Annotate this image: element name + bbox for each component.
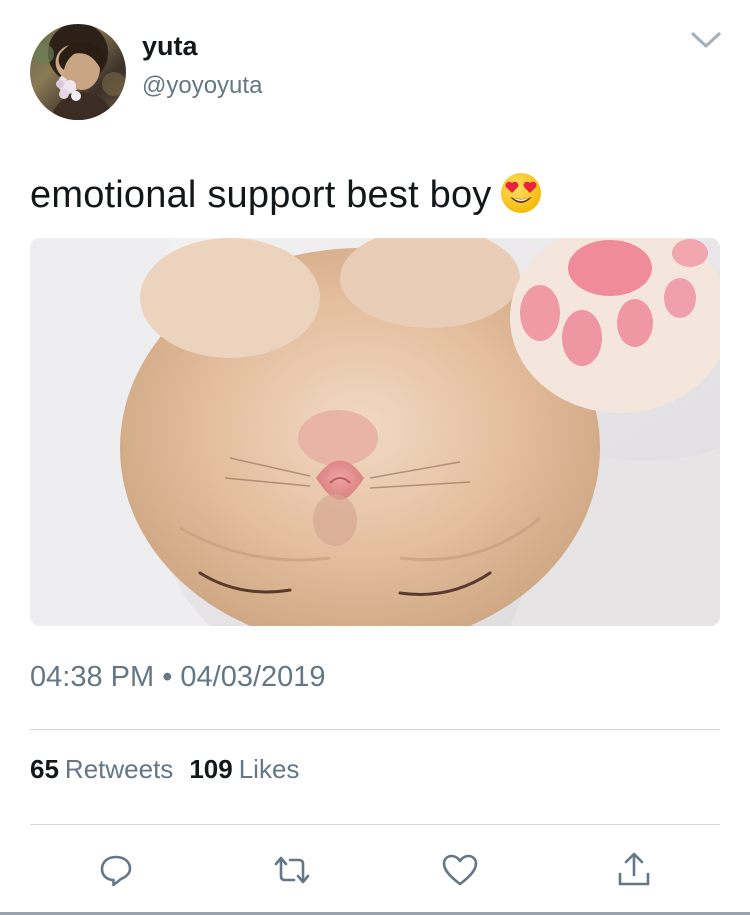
display-name[interactable]: yuta [142, 30, 198, 62]
tweet-detail: yuta @yoyoyuta emotional support best bo… [0, 0, 750, 915]
likes-stat[interactable]: 109 Likes [189, 754, 299, 784]
retweets-count: 65 [30, 754, 59, 784]
timestamp-separator: • [162, 661, 173, 693]
tweet-time: 04:38 PM [30, 661, 155, 693]
avatar[interactable] [30, 24, 126, 120]
divider [30, 824, 720, 825]
avatar-image [34, 40, 126, 120]
heart-eyes-emoji-icon [501, 172, 542, 213]
user-handle[interactable]: @yoyoyuta [142, 72, 262, 100]
likes-label: Likes [238, 754, 300, 784]
retweets-label: Retweets [64, 754, 174, 784]
tweet-text: emotional support best boy [30, 170, 543, 220]
likes-count: 109 [189, 754, 233, 784]
tweet-photo[interactable] [30, 238, 720, 626]
chevron-down-icon[interactable] [688, 28, 724, 52]
tweet-timestamp[interactable]: 04:38 PM • 04/03/2019 [30, 660, 326, 694]
retweets-stat[interactable]: 65 Retweets [30, 754, 173, 784]
reply-icon[interactable] [96, 850, 136, 890]
tweet-date: 04/03/2019 [180, 661, 326, 693]
retweet-icon[interactable] [272, 850, 312, 890]
heart-icon[interactable] [440, 850, 480, 890]
tweet-text-content: emotional support best boy [30, 174, 492, 216]
engagement-stats: 65 Retweets 109 Likes [30, 752, 299, 786]
divider [30, 729, 720, 730]
kitten-photo-image [30, 238, 720, 626]
share-icon[interactable] [614, 850, 654, 890]
